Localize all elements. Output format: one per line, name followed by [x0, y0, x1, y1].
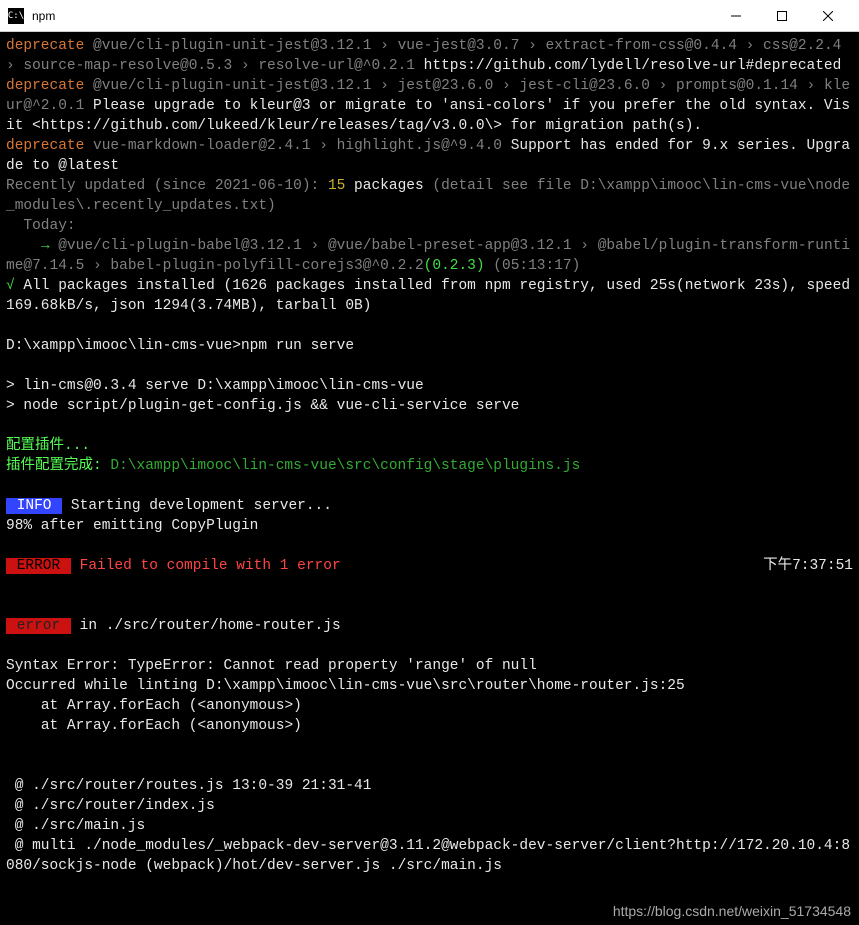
- check-icon: √: [6, 278, 23, 294]
- info-msg: Starting development server...: [62, 498, 332, 514]
- plugin-msg: 配置插件...: [6, 438, 90, 454]
- maximize-icon: [777, 11, 787, 21]
- minimize-icon: [731, 11, 741, 21]
- plugin-path: D:\xampp\imooc\lin-cms-vue\src\config\st…: [110, 458, 580, 474]
- plugin-done: 插件配置完成:: [6, 458, 110, 474]
- trace-line: @ ./src/router/index.js: [6, 798, 215, 814]
- pkg-version: (0.2.3): [424, 258, 485, 274]
- progress: 98% after emitting CopyPlugin: [6, 518, 258, 534]
- window-titlebar: C:\ npm: [0, 0, 859, 32]
- error-msg: Failed to compile with 1 error: [71, 558, 341, 574]
- deprecate-tag: deprecate: [6, 38, 84, 54]
- pkg-time: (05:13:17): [485, 258, 581, 274]
- trace-line: @ ./src/main.js: [6, 818, 145, 834]
- today-label: Today:: [6, 218, 76, 234]
- install-msg: All packages installed (1626 packages in…: [6, 278, 859, 314]
- watermark: https://blog.csdn.net/weixin_51734548: [613, 903, 851, 919]
- syntax-line: Occurred while linting D:\xampp\imooc\li…: [6, 678, 685, 694]
- trace-line: @ ./src/router/routes.js 13:0-39 21:31-4…: [6, 778, 371, 794]
- prompt-cmd: npm run serve: [241, 338, 354, 354]
- recent-prefix: Recently updated (since 2021-06-10):: [6, 178, 328, 194]
- dep-link: https://github.com/lydell/resolve-url#de…: [424, 58, 842, 74]
- dep-chain: vue-markdown-loader@2.4.1 › highlight.js…: [84, 138, 510, 154]
- close-icon: [823, 11, 833, 21]
- info-badge: INFO: [6, 498, 62, 514]
- arrow-icon: →: [6, 238, 58, 254]
- error-badge: error: [6, 618, 71, 634]
- serve-line: > lin-cms@0.3.4 serve D:\xampp\imooc\lin…: [6, 378, 424, 394]
- minimize-button[interactable]: [713, 0, 759, 32]
- error-in: in ./src/router/home-router.js: [71, 618, 341, 634]
- deprecate-tag: deprecate: [6, 138, 84, 154]
- trace-line: @ multi ./node_modules/_webpack-dev-serv…: [6, 838, 850, 874]
- close-button[interactable]: [805, 0, 851, 32]
- syntax-line: at Array.forEach (<anonymous>): [6, 698, 302, 714]
- recent-mid: packages: [345, 178, 432, 194]
- error-time: 下午7:37:51: [763, 556, 853, 576]
- maximize-button[interactable]: [759, 0, 805, 32]
- serve-line: > node script/plugin-get-config.js && vu…: [6, 398, 519, 414]
- app-icon: C:\: [8, 8, 24, 24]
- window-title: npm: [32, 9, 713, 23]
- prompt-path: D:\xampp\imooc\lin-cms-vue>: [6, 338, 241, 354]
- syntax-line: at Array.forEach (<anonymous>): [6, 718, 302, 734]
- deprecate-tag: deprecate: [6, 78, 84, 94]
- terminal-output[interactable]: deprecate @vue/cli-plugin-unit-jest@3.12…: [0, 32, 859, 880]
- recent-count: 15: [328, 178, 345, 194]
- syntax-line: Syntax Error: TypeError: Cannot read pro…: [6, 658, 537, 674]
- dep-msg: Please upgrade to kleur@3 or migrate to …: [6, 98, 850, 134]
- error-badge: ERROR: [6, 558, 71, 574]
